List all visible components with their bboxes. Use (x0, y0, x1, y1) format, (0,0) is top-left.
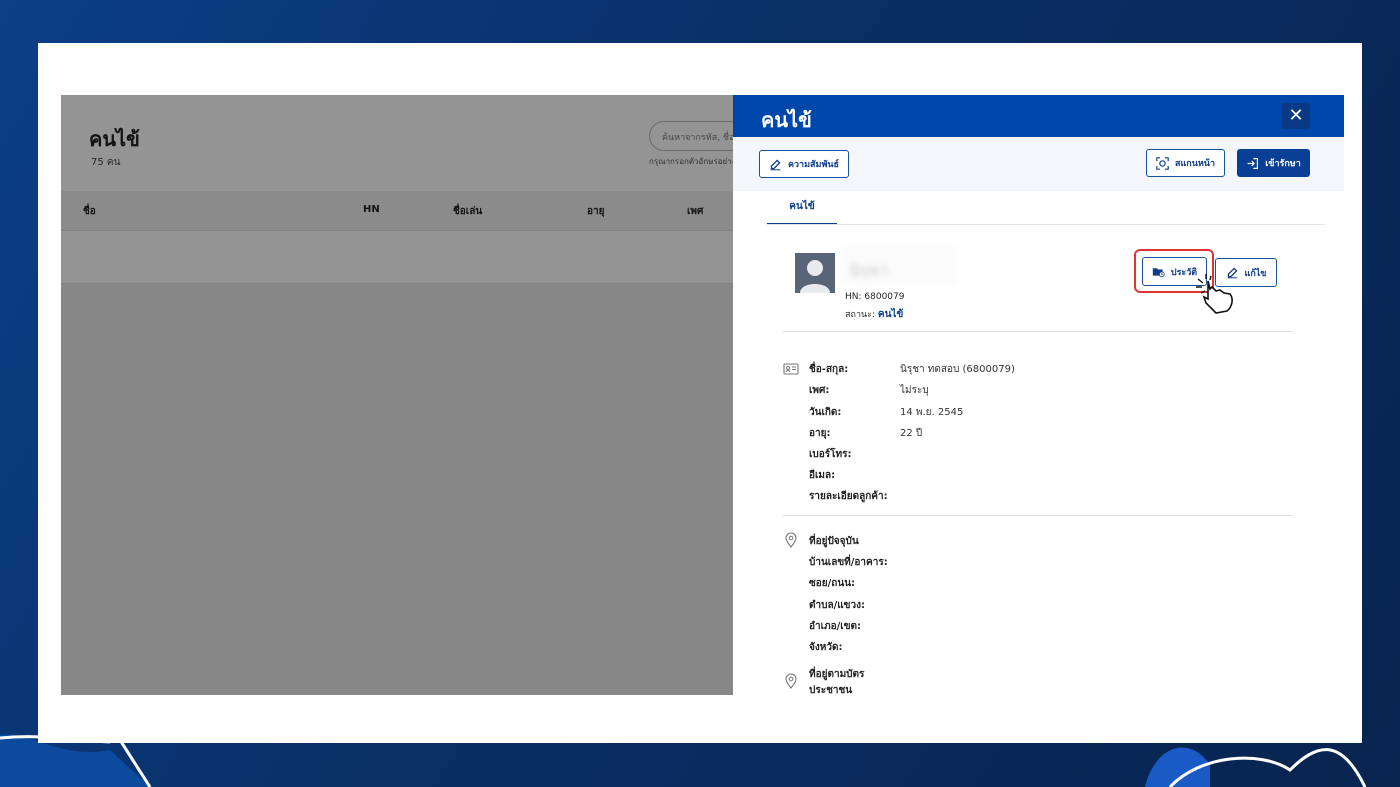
panel-title: คนไข้ (761, 108, 812, 132)
app-window: คนไข้ 75 คน ค้นหาจากรหัส, ชื่อ กรุณากรอก… (61, 95, 1344, 695)
edit-label: แก้ไข (1244, 268, 1267, 279)
field-label-customer-details: รายละเอียดลูกค้า: (809, 491, 888, 502)
relationship-button[interactable]: ความสัมพันธ์ (759, 150, 849, 178)
modal-overlay[interactable] (61, 95, 733, 695)
field-label-gender: เพศ: (809, 385, 830, 396)
hand-pointer-icon (1196, 274, 1233, 314)
avatar (795, 253, 835, 293)
id-card-address-title-line2: ประชาชน (809, 685, 853, 695)
field-value-birthdate: 14 พ.ย. 2545 (900, 407, 964, 418)
content-card: คนไข้ 75 คน ค้นหาจากรหัส, ชื่อ กรุณากรอก… (38, 43, 1362, 743)
patient-name-blurred: นิรุชา (841, 245, 956, 285)
patient-status: สถานะ: คนไข้ (845, 307, 903, 322)
panel-toolbar: ความสัมพันธ์ สแกนหน้า เข้ารักษา (733, 137, 1344, 191)
patient-list-page: คนไข้ 75 คน ค้นหาจากรหัส, ชื่อ กรุณากรอก… (61, 95, 769, 695)
admit-label: เข้ารักษา (1265, 159, 1301, 169)
scan-face-button[interactable]: สแกนหน้า (1146, 149, 1225, 177)
login-icon (1247, 157, 1259, 169)
admit-button[interactable]: เข้ารักษา (1237, 149, 1310, 177)
field-label-fullname: ชื่อ-สกุล: (809, 364, 849, 375)
id-card-address-title-line1: ที่อยู่ตามบัตร (809, 669, 865, 680)
face-scan-icon (1156, 156, 1169, 170)
field-label-email: อีเมล: (809, 470, 836, 481)
patient-hn: HN: 6800079 (845, 292, 905, 302)
status-label: สถานะ: (845, 310, 876, 320)
field-label-subdistrict: ตำบล/แขวง: (809, 600, 866, 611)
field-label-province: จังหวัด: (809, 642, 843, 653)
field-label-house-number: บ้านเลขที่/อาคาร: (809, 557, 888, 568)
scan-face-label: สแกนหน้า (1174, 159, 1216, 169)
current-address-title: ที่อยู่ปัจจุบัน (809, 536, 859, 547)
field-value-fullname: นิรุชา ทดสอบ (6800079) (900, 364, 1015, 375)
field-value-age: 22 ปี (900, 428, 923, 439)
field-label-phone: เบอร์โทร: (809, 449, 852, 460)
tab-divider (767, 224, 1325, 225)
close-icon[interactable]: ✕ (1282, 103, 1310, 129)
folder-icon (1152, 268, 1165, 278)
field-value-gender: ไม่ระบุ (900, 385, 929, 396)
field-label-district: อำเภอ/เขต: (809, 621, 862, 632)
patient-detail-panel: คนไข้ ✕ ความสัมพันธ์ สแกนหน้า เข้ารักษา … (733, 95, 1344, 695)
relationship-label: ความสัมพันธ์ (787, 160, 840, 170)
section-divider (783, 515, 1293, 516)
field-label-street: ซอย/ถนน: (809, 578, 856, 589)
edit-icon (770, 159, 781, 170)
location-pin-icon (785, 673, 797, 689)
user-silhouette-icon (800, 260, 830, 293)
status-badge: คนไข้ (877, 309, 904, 320)
section-divider (783, 331, 1293, 332)
location-pin-icon (785, 532, 797, 548)
panel-header: คนไข้ ✕ (733, 95, 1344, 137)
id-card-icon (783, 363, 799, 375)
field-label-age: อายุ: (809, 428, 831, 439)
field-label-birthdate: วันเกิด: (809, 407, 842, 418)
tab-patient[interactable]: คนไข้ (767, 199, 837, 225)
